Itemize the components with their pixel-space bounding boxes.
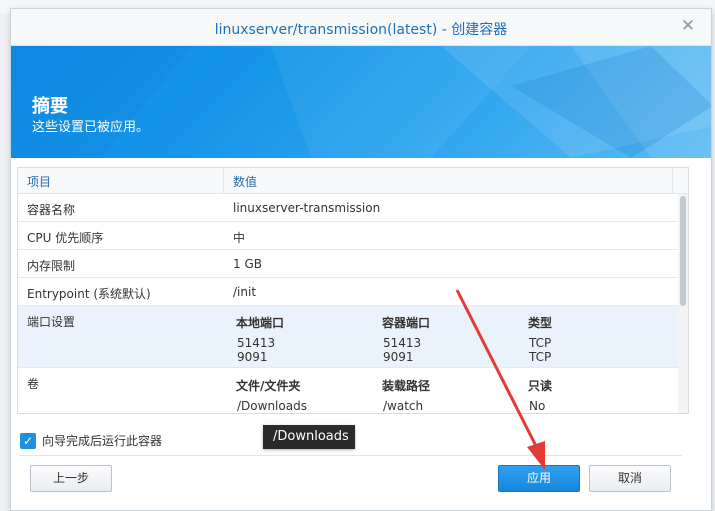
ports-header-local: 本地端口 [236,316,285,330]
port-container: 9091 [383,350,414,364]
row-key: 卷 [27,377,40,391]
column-header-item[interactable]: 项目 [27,173,51,190]
header-divider [672,168,673,194]
summary-header: 项目 数值 [18,168,688,194]
banner-title: 摘要 [32,96,68,117]
row-key: 容器名称 [27,203,76,217]
port-container: 51413 [383,336,422,350]
table-row[interactable]: Entrypoint (系统默认) /init [18,278,678,306]
dialog-title: linuxserver/transmission(latest) - 创建容器 [214,22,508,38]
header-divider [223,168,224,194]
ports-header-type: 类型 [528,316,553,330]
table-row[interactable]: 容器名称 linuxserver-transmission [18,194,678,222]
row-key: CPU 优先顺序 [27,231,104,245]
volumes-header-file: 文件/文件夹 [236,379,301,393]
row-value: 1 GB [233,257,262,271]
vertical-scrollbar[interactable] [678,194,688,413]
volume-mount: /watch [383,399,424,413]
row-key: Entrypoint (系统默认) [27,287,151,301]
volumes-header-readonly: 只读 [528,379,553,393]
table-row-volumes[interactable]: 卷 文件/文件夹 装载路径 只读 /Downloads /watch No [18,368,678,413]
table-row[interactable]: 内存限制 1 GB [18,250,678,278]
row-value: /init [233,285,257,299]
port-local: 9091 [237,350,268,364]
banner-decoration [11,46,711,158]
volume-file: /Downloads [237,399,307,413]
row-value: linuxserver-transmission [233,201,381,215]
footer-divider [20,455,682,456]
tooltip: /Downloads [263,425,355,449]
dialog-titlebar: linuxserver/transmission(latest) - 创建容器 … [11,9,711,46]
back-button[interactable]: 上一步 [30,465,112,492]
summary-table: 项目 数值 容器名称 linuxserver-transmission CPU … [17,167,689,414]
port-type: TCP [529,336,552,350]
banner-subtitle: 这些设置已被应用。 [32,120,150,135]
volume-readonly: No [529,399,546,413]
scroll-thumb[interactable] [680,196,686,306]
row-key: 端口设置 [27,315,76,329]
volumes-header-mount: 装载路径 [382,379,431,393]
port-local: 51413 [237,336,276,350]
cancel-button[interactable]: 取消 [589,465,671,492]
apply-button[interactable]: 应用 [498,465,580,492]
table-row-ports[interactable]: 端口设置 本地端口 容器端口 类型 51413 51413 TCP 9091 9… [18,306,678,368]
row-value: 中 [233,231,246,245]
checkbox-label[interactable]: 向导完成后运行此容器 [42,432,162,449]
row-key: 内存限制 [27,259,76,273]
column-header-value[interactable]: 数值 [233,173,257,190]
checkbox-checked-icon[interactable]: ✓ [20,432,36,449]
run-after-wizard-option[interactable]: ✓ 向导完成后运行此容器 [20,432,162,449]
port-type: TCP [529,350,552,364]
close-icon[interactable]: ✕ [679,17,697,35]
table-row[interactable]: CPU 优先顺序 中 [18,222,678,250]
ports-header-container: 容器端口 [382,316,431,330]
summary-banner: 摘要 这些设置已被应用。 [11,46,711,158]
